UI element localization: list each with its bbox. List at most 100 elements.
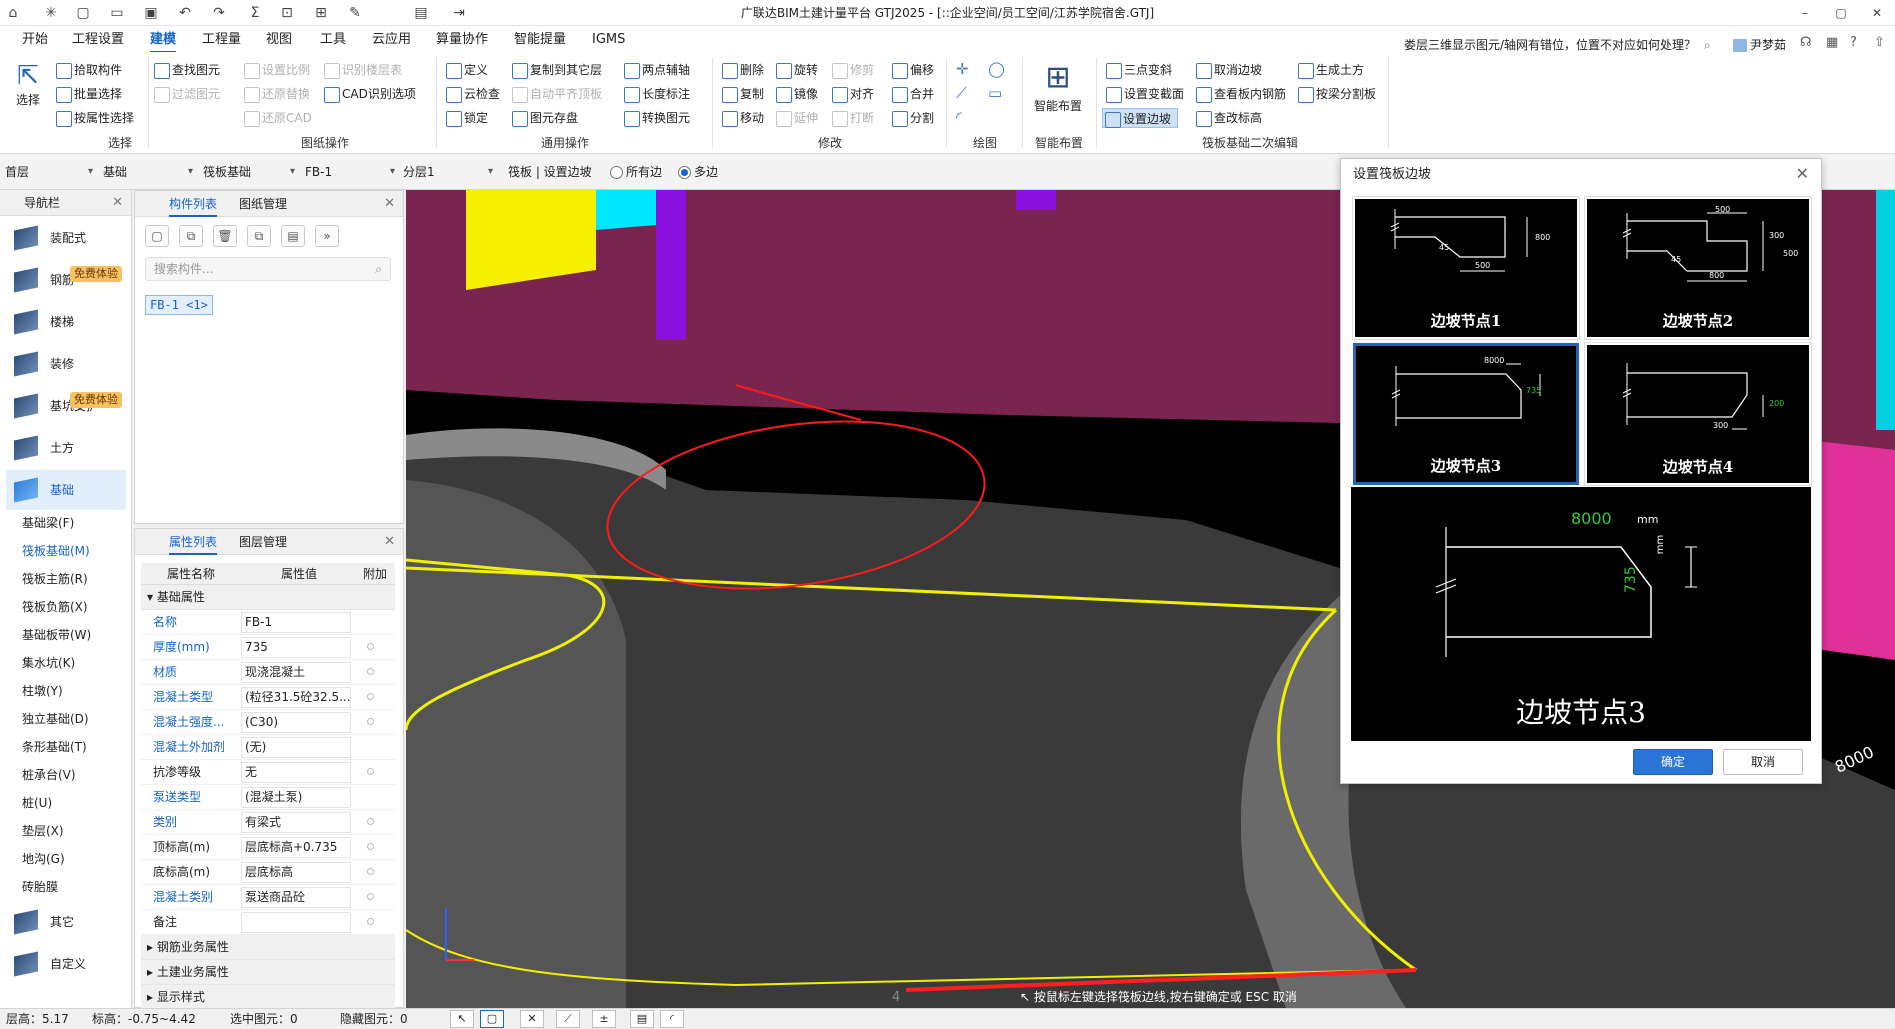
nav-cat-pit-support[interactable]: 基坑支护免费体验 (6, 386, 126, 426)
nav-item[interactable]: 桩(U) (22, 792, 52, 814)
nav-item[interactable]: 基础梁(F) (22, 512, 74, 534)
skin-icon[interactable]: ⇧ (1874, 35, 1885, 50)
arc-tool-icon[interactable]: ◜ (660, 1010, 684, 1028)
attach-checkbox[interactable] (367, 693, 374, 700)
tab-smart-extract[interactable]: 智能提量 (514, 30, 566, 50)
restore-replace-button[interactable]: 还原替换 (242, 84, 310, 104)
nav-item[interactable]: 砖胎膜 (22, 876, 58, 898)
subtype-select[interactable]: 筏板基础 (200, 162, 298, 182)
arc-icon[interactable]: ◜ (956, 108, 962, 126)
property-value[interactable]: (C30) (241, 712, 351, 733)
tab-quantities[interactable]: 工程量 (202, 30, 241, 50)
edit-elevation-button[interactable]: 查改标高 (1194, 108, 1262, 128)
slope-node-2[interactable]: 500 45 800 300 500 边坡节点2 (1584, 196, 1812, 340)
close-icon[interactable]: ✕ (384, 529, 395, 555)
attach-checkbox[interactable] (367, 893, 374, 900)
convert-element-button[interactable]: 转换图元 (622, 108, 690, 128)
pointer-mode-icon[interactable]: ↖ (450, 1010, 474, 1028)
point-icon[interactable]: ✛ (956, 60, 969, 78)
duplicate-icon[interactable]: ⧉ (247, 225, 271, 247)
copy-to-other-floor-button[interactable]: 复制到其它层 (510, 60, 602, 80)
property-value[interactable]: 有梁式 (241, 812, 351, 833)
tab-igms[interactable]: IGMS (592, 30, 625, 50)
delete-button[interactable]: 删除 (720, 60, 764, 80)
split-button[interactable]: 分割 (890, 108, 934, 128)
cloud-check-button[interactable]: 云检查 (444, 84, 500, 104)
line-tool-icon[interactable]: ⟋ (556, 1010, 580, 1028)
nav-cat-other[interactable]: 其它 (6, 902, 126, 942)
view-slab-rebar-button[interactable]: 查看板内钢筋 (1194, 84, 1286, 104)
attach-checkbox[interactable] (367, 718, 374, 725)
property-value[interactable]: 现浇混凝土 (241, 662, 351, 683)
batch-select-button[interactable]: 批量选择 (54, 84, 122, 104)
nav-cat-custom[interactable]: 自定义 (6, 944, 126, 984)
slope-node-1[interactable]: 45 500 800 边坡节点1 (1352, 196, 1580, 340)
more-icon[interactable]: » (315, 225, 339, 247)
nav-cat-earthwork[interactable]: 土方 (6, 428, 126, 468)
property-value[interactable]: 无 (241, 762, 351, 783)
headset-icon[interactable]: ☊ (1800, 35, 1812, 50)
property-value[interactable]: 735 (241, 637, 351, 658)
maximize-icon[interactable]: ▢ (1826, 2, 1856, 24)
tab-drawing-manage[interactable]: 图纸管理 (239, 191, 287, 217)
find-element-button[interactable]: 查找图元 (152, 60, 220, 80)
slope-node-3[interactable]: 8000 735 边坡节点3 (1353, 343, 1579, 485)
cancel-button[interactable]: 取消 (1723, 749, 1803, 775)
rectangle-icon[interactable]: ▭ (988, 84, 1002, 102)
nav-item[interactable]: 筏板主筋(R) (22, 568, 88, 590)
set-scale-button[interactable]: 设置比例 (242, 60, 310, 80)
cross-select-icon[interactable]: ✕ (520, 1010, 544, 1028)
layer-copy-icon[interactable]: ▤ (281, 225, 305, 247)
nav-item[interactable]: 基础板带(W) (22, 624, 91, 646)
component-select[interactable]: FB-1 (302, 162, 398, 182)
nav-item[interactable]: 柱墩(Y) (22, 680, 63, 702)
property-value[interactable]: FB-1 (241, 612, 351, 633)
cad-identify-options-button[interactable]: CAD识别选项 (322, 84, 416, 104)
property-group-display[interactable]: ▸ 显示样式 (141, 985, 395, 1010)
select-by-attribute-button[interactable]: 按属性选择 (54, 108, 134, 128)
mirror-button[interactable]: 镜像 (774, 84, 818, 104)
layer-select[interactable]: 分层1 (400, 162, 496, 182)
circle-icon[interactable]: ◯ (988, 60, 1005, 78)
nav-item[interactable]: 独立基础(D) (22, 708, 89, 730)
nav-item[interactable]: 垫层(X) (22, 820, 64, 842)
component-search-input[interactable]: 搜索构件... ⌕ (145, 257, 391, 281)
property-value[interactable]: 泵送商品砼 (241, 887, 351, 908)
tab-start[interactable]: 开始 (22, 30, 48, 50)
length-dimension-button[interactable]: 长度标注 (622, 84, 690, 104)
property-value[interactable]: (无) (241, 737, 351, 758)
attach-checkbox[interactable] (367, 868, 374, 875)
trim-button[interactable]: 修剪 (830, 60, 874, 80)
attach-checkbox[interactable] (367, 843, 374, 850)
nav-cat-stairs[interactable]: 楼梯 (6, 302, 126, 342)
auto-align-top-button[interactable]: 自动平齐顶板 (510, 84, 602, 104)
close-icon[interactable]: ✕ (1796, 164, 1809, 183)
tab-tools[interactable]: 工具 (320, 30, 346, 50)
identify-floor-table-button[interactable]: 识别楼层表 (322, 60, 402, 80)
pick-component-button[interactable]: 拾取构件 (54, 60, 122, 80)
nav-item[interactable]: 条形基础(T) (22, 736, 87, 758)
split-by-beam-button[interactable]: 按梁分割板 (1296, 84, 1376, 104)
property-value[interactable]: (粒径31.5砼32.5... (241, 687, 351, 708)
restore-cad-button[interactable]: 还原CAD (242, 108, 312, 128)
calendar-icon[interactable]: ▦ (1826, 35, 1838, 50)
select-button[interactable]: ⇱ 选择 (10, 60, 46, 108)
set-variable-section-button[interactable]: 设置变截面 (1104, 84, 1184, 104)
generate-earthwork-button[interactable]: 生成土方 (1296, 60, 1364, 80)
property-value[interactable]: 层底标高 (241, 862, 351, 883)
new-component-icon[interactable]: ▢ (145, 225, 169, 247)
attach-checkbox[interactable] (367, 668, 374, 675)
close-icon[interactable]: ✕ (1862, 2, 1892, 24)
nav-item[interactable]: 桩承台(V) (22, 764, 76, 786)
multi-edge-radio[interactable]: 多边 (678, 162, 718, 182)
two-point-axis-button[interactable]: 两点辅轴 (622, 60, 690, 80)
tab-property-list[interactable]: 属性列表 (169, 529, 218, 555)
break-button[interactable]: 打断 (830, 108, 874, 128)
nav-item[interactable]: 地沟(G) (22, 848, 65, 870)
property-group-basic[interactable]: ▾ 基础属性 (141, 585, 395, 610)
close-icon[interactable]: ✕ (112, 190, 123, 216)
help-icon[interactable]: ? (1850, 35, 1857, 50)
nav-cat-rebar[interactable]: 钢筋 免费体验 (6, 260, 126, 300)
tab-cloud[interactable]: 云应用 (372, 30, 411, 50)
slope-node-4[interactable]: 300 200 边坡节点4 (1584, 342, 1812, 486)
